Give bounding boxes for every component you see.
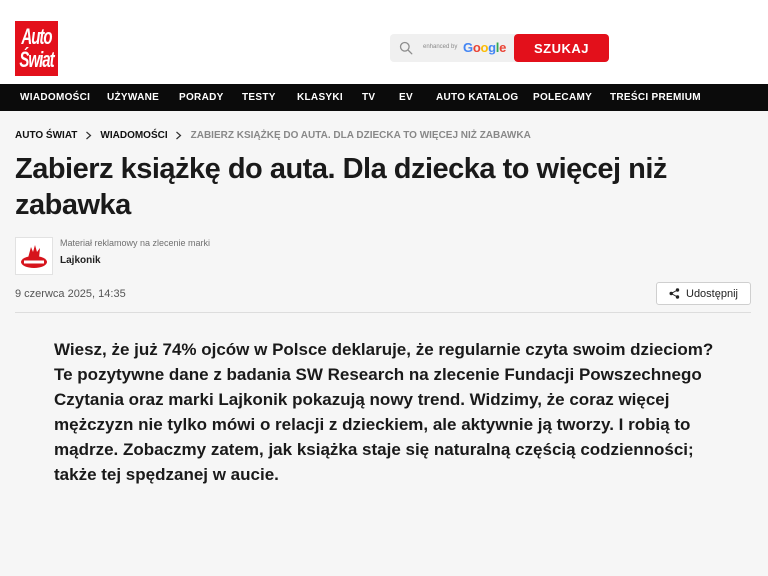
search-input[interactable]: enhanced by Google (390, 34, 516, 62)
breadcrumb-auto-swiat[interactable]: AUTO ŚWIAT (15, 130, 77, 141)
google-wordmark: Google (463, 40, 507, 55)
chevron-right-icon (82, 129, 94, 141)
article-title: Zabierz książkę do auta. Dla dziecka to … (15, 153, 667, 221)
nav-item-testy[interactable]: TESTY (242, 84, 276, 111)
sponsor-note: Materiał reklamowy na zlecenie marki (60, 238, 211, 248)
breadcrumb-current: ZABIERZ KSIĄŻKĘ DO AUTA. DLA DZIECKA TO … (190, 129, 531, 141)
share-icon (669, 288, 680, 299)
nav-item-ev[interactable]: EV (399, 84, 413, 111)
nav-item-wiadomosci[interactable]: WIADOMOŚCI (20, 84, 90, 111)
lajkonik-logo[interactable] (15, 237, 53, 275)
nav-item-polecamy[interactable]: POLECAMY (533, 84, 592, 111)
share-button[interactable]: Udostępnij (656, 282, 751, 305)
lajkonik-logo-graphic (21, 245, 47, 268)
nav-item-porady[interactable]: PORADY (179, 84, 224, 111)
logo-text-bottom: Świat (19, 47, 54, 73)
breadcrumb-wiadomosci[interactable]: WIADOMOŚCI (100, 130, 167, 141)
main-nav: WIADOMOŚCI UŻYWANE PORADY TESTY KLASYKI … (0, 84, 768, 111)
site-header: Auto Świat enhanced by Google SZUKAJ (0, 0, 768, 84)
breadcrumb: AUTO ŚWIAT WIADOMOŚCI ZABIERZ KSIĄŻKĘ DO… (15, 129, 531, 141)
sponsor-name[interactable]: Lajkonik (60, 255, 101, 266)
chevron-right-icon (173, 129, 185, 141)
logo-text-top: Auto (21, 24, 52, 50)
auto-swiat-logo[interactable]: Auto Świat (15, 21, 58, 76)
search-button[interactable]: SZUKAJ (514, 34, 609, 62)
article-lead: Wiesz, że już 74% ojców w Polsce deklaru… (54, 340, 714, 484)
nav-item-tv[interactable]: TV (362, 84, 375, 111)
divider (15, 312, 751, 313)
enhanced-by-text: enhanced by (423, 44, 458, 50)
nav-item-auto-katalog[interactable]: AUTO KATALOG (436, 84, 518, 111)
search-icon (399, 41, 413, 55)
publish-date: 9 czerwca 2025, 14:35 (15, 288, 126, 300)
nav-item-uzywane[interactable]: UŻYWANE (107, 84, 159, 111)
nav-item-tresci-premium[interactable]: TREŚCI PREMIUM (610, 84, 701, 111)
nav-item-klasyki[interactable]: KLASYKI (297, 84, 343, 111)
share-label: Udostępnij (686, 287, 738, 300)
